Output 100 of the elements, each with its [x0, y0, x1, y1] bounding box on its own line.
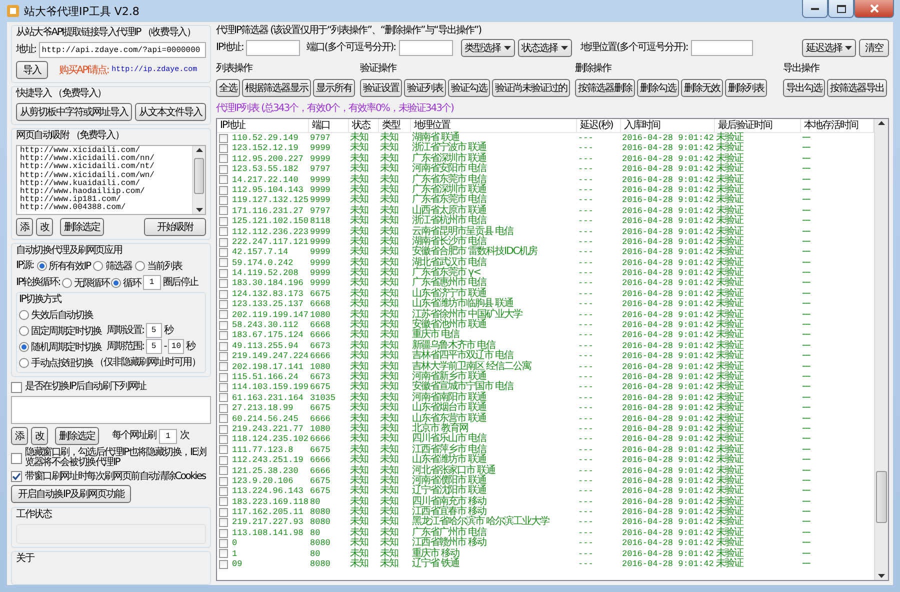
scrollbar-thumb[interactable]	[876, 471, 887, 523]
row-checkbox[interactable]	[219, 279, 228, 288]
row-checkbox[interactable]	[219, 528, 228, 538]
action-button[interactable]: 删除列表	[725, 79, 767, 97]
start-button[interactable]: 开始吸附	[144, 218, 206, 236]
list-button[interactable]: 改	[36, 218, 53, 236]
row-checkbox[interactable]	[219, 342, 228, 350]
row-checkbox[interactable]	[219, 538, 228, 548]
action-button[interactable]: 验证列表	[404, 79, 446, 97]
radio-option[interactable]: 循环	[111, 276, 141, 290]
action-button[interactable]: 删除勾选	[637, 79, 679, 97]
row-checkbox[interactable]	[219, 404, 228, 413]
row-checkbox[interactable]	[219, 456, 228, 465]
url-item[interactable]: http://www.xicidaili.com/wn/	[20, 172, 189, 180]
maximize-button[interactable]	[828, 0, 854, 18]
row-checkbox[interactable]	[219, 268, 228, 278]
close-button[interactable]	[854, 0, 894, 18]
count-field[interactable]: 1	[142, 275, 161, 290]
row-checkbox[interactable]	[219, 154, 228, 164]
row-checkbox[interactable]	[219, 164, 228, 174]
type-dropdown[interactable]: 类型选择	[460, 39, 515, 57]
row-checkbox[interactable]	[219, 362, 228, 372]
row-checkbox[interactable]	[219, 331, 228, 340]
radio-option[interactable]: 手动点按钮切换	[19, 356, 93, 370]
delay-dropdown[interactable]: 延迟选择	[802, 39, 856, 57]
action-button[interactable]: 按筛选器导出	[827, 79, 887, 97]
list-button[interactable]: 改	[31, 427, 48, 445]
url-list[interactable]	[16, 145, 206, 215]
count-field[interactable]: 1	[159, 428, 178, 444]
checkbox[interactable]	[11, 471, 22, 482]
list-button[interactable]: 添	[11, 427, 28, 445]
ip-field[interactable]	[246, 40, 300, 56]
action-button[interactable]: 导出勾选	[783, 79, 825, 97]
column-header[interactable]: 状态	[349, 119, 379, 132]
url-item[interactable]: http://www.xicidaili.com/nt/	[20, 163, 189, 172]
action-button[interactable]: 根据筛选器显示	[242, 79, 311, 97]
row-checkbox[interactable]	[219, 486, 228, 496]
url-item[interactable]: http://www.004388.com/	[20, 204, 189, 213]
status-dropdown[interactable]: 状态选择	[518, 39, 572, 57]
action-button[interactable]: 全选	[216, 79, 240, 97]
column-header[interactable]: 地理位置	[411, 119, 577, 132]
row-checkbox[interactable]	[219, 206, 228, 216]
scrollbar[interactable]	[874, 119, 888, 580]
row-checkbox[interactable]	[219, 372, 228, 382]
row-checkbox[interactable]	[219, 258, 228, 268]
column-header[interactable]: IP地址	[217, 119, 309, 132]
row-checkbox[interactable]	[219, 300, 228, 309]
column-header[interactable]: 类型	[379, 119, 411, 132]
row-checkbox[interactable]	[219, 393, 228, 402]
row-checkbox[interactable]	[219, 248, 228, 257]
row-checkbox[interactable]	[219, 186, 228, 195]
row-checkbox[interactable]	[219, 196, 228, 206]
action-button[interactable]: 显示所有	[313, 79, 355, 97]
action-button[interactable]: 验证设置	[360, 79, 402, 97]
import-button[interactable]: 导入	[16, 61, 48, 79]
url-textarea[interactable]	[11, 396, 211, 424]
radio-option[interactable]: 失效后自动切换	[19, 308, 93, 322]
period-field[interactable]: 5	[146, 339, 162, 354]
row-checkbox[interactable]	[219, 352, 228, 361]
row-checkbox[interactable]	[219, 175, 228, 184]
checkbox[interactable]	[11, 452, 22, 464]
radio-option[interactable]: 筛选器	[93, 259, 132, 273]
scrollbar[interactable]	[192, 146, 205, 214]
radio-option[interactable]: 无限循环	[62, 276, 110, 290]
row-checkbox[interactable]	[219, 310, 228, 320]
column-header[interactable]: 入库时间	[621, 119, 715, 132]
radio-option[interactable]: 所有有效IP	[36, 259, 90, 273]
column-header[interactable]: 延迟(秒)	[577, 119, 621, 132]
port-field[interactable]	[398, 40, 453, 56]
action-button[interactable]: 验证尚未验证过的	[492, 79, 570, 97]
location-field[interactable]	[690, 40, 753, 56]
row-checkbox[interactable]	[219, 290, 228, 299]
row-checkbox[interactable]	[219, 518, 228, 528]
clear-button[interactable]: 清空	[859, 39, 889, 57]
url-item[interactable]: http://www.kuaidaili.com/	[20, 180, 189, 188]
url-item[interactable]: http://www.ip181.com/	[20, 196, 189, 204]
row-checkbox[interactable]	[219, 435, 228, 444]
row-checkbox[interactable]	[219, 508, 228, 517]
list-button[interactable]: 删除选定	[55, 427, 99, 445]
row-checkbox[interactable]	[219, 238, 228, 247]
radio-option[interactable]: 当前列表	[134, 259, 182, 273]
import-button[interactable]: 从文本文件导入	[135, 103, 206, 121]
row-checkbox[interactable]	[219, 497, 228, 506]
checkbox[interactable]	[11, 382, 22, 392]
import-button[interactable]: 从剪切板中字符或网址导入	[16, 103, 132, 121]
action-button[interactable]: 删除无效	[681, 79, 723, 97]
row-checkbox[interactable]	[219, 549, 228, 558]
period-field[interactable]: 10	[168, 339, 184, 354]
row-checkbox[interactable]	[219, 466, 228, 476]
url-item[interactable]: http://www.xicidaili.com/nn/	[20, 155, 189, 164]
scrollbar-thumb[interactable]	[194, 158, 204, 194]
action-button[interactable]: 按筛选器删除	[575, 79, 635, 97]
row-checkbox[interactable]	[219, 134, 228, 143]
column-header[interactable]: 最后验证时间	[715, 119, 801, 132]
list-button[interactable]: 删除选定	[60, 218, 104, 236]
row-checkbox[interactable]	[219, 320, 228, 330]
row-checkbox[interactable]	[219, 144, 228, 154]
url-item[interactable]: http://www.xicidaili.com/	[20, 147, 189, 156]
row-checkbox[interactable]	[219, 476, 228, 486]
url-item[interactable]: http://www.haodailiip.com/	[20, 188, 189, 196]
